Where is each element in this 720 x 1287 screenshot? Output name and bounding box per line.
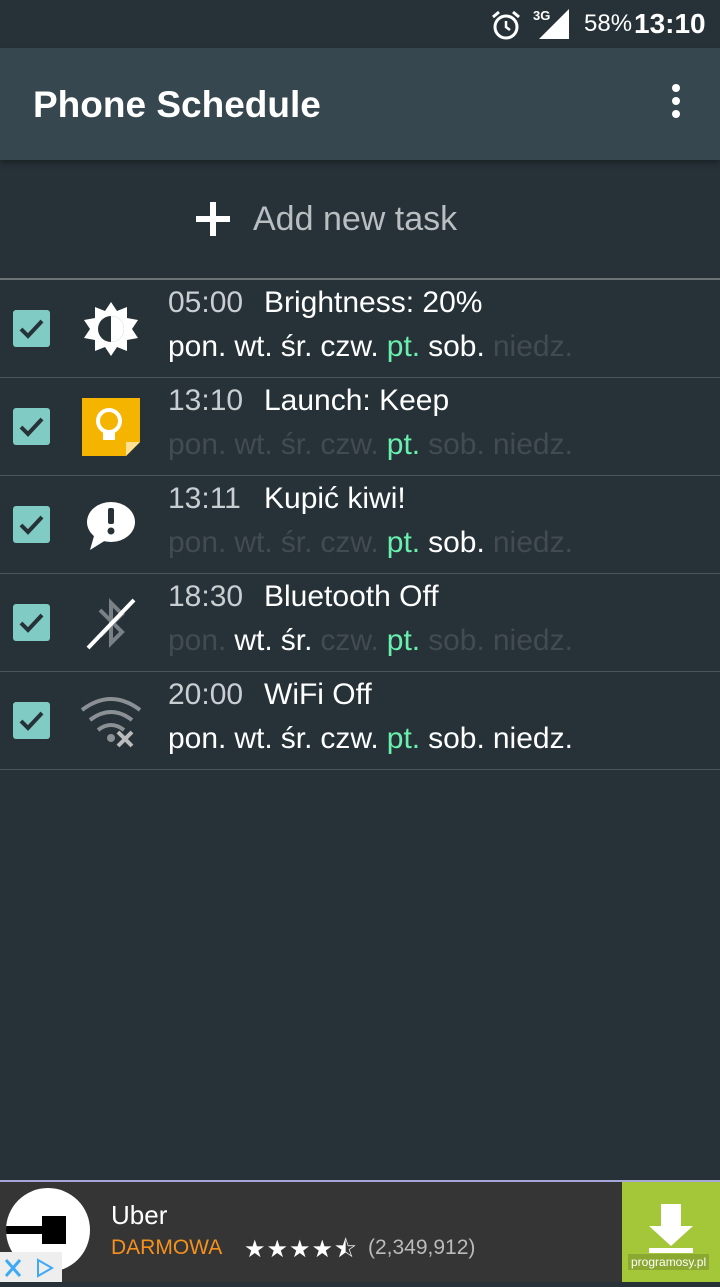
day-label: czw. [320, 624, 379, 657]
task-days: pon. wt. śr. czw. pt. sob. niedz. [168, 330, 581, 364]
day-label: pt. [386, 330, 421, 363]
task-checkbox[interactable] [13, 604, 50, 641]
wifi-off-icon [78, 688, 144, 754]
day-label: niedz. [492, 330, 573, 363]
network-type: 3G [533, 8, 551, 23]
day-label: śr. [280, 722, 313, 755]
day-label: wt. [234, 526, 273, 559]
day-label: śr. [280, 428, 313, 461]
task-row[interactable]: 20:00 WiFi Off pon. wt. śr. czw. pt. sob. niedz. [0, 672, 720, 770]
bluetooth-off-icon [78, 590, 144, 656]
day-label: czw. [320, 722, 379, 755]
task-name: Bluetooth Off [264, 580, 439, 613]
day-label: sob. [428, 526, 485, 559]
day-label: niedz. [492, 624, 573, 657]
task-days: pon. wt. śr. czw. pt. sob. niedz. [168, 428, 581, 462]
day-label: niedz. [492, 722, 573, 755]
watermark: programosy.pl [628, 1254, 710, 1270]
task-checkbox[interactable] [13, 702, 50, 739]
ad-banner[interactable]: Uber DARMOWA ★★★★⯪ (2,349,912) programos… [0, 1180, 720, 1282]
notification-icon [78, 492, 144, 558]
day-label: pt. [386, 624, 421, 657]
review-count: (2,349,912) [368, 1236, 476, 1259]
ad-app-name: Uber [111, 1200, 168, 1230]
task-days: pon. wt. śr. czw. pt. sob. niedz. [168, 624, 581, 658]
day-label: pon. [168, 428, 227, 461]
day-label: wt. [234, 722, 273, 755]
rating-stars: ★★★★⯪ [244, 1236, 358, 1263]
task-name: WiFi Off [264, 678, 372, 711]
status-bar: 3G 58% 13:10 [0, 0, 720, 48]
brightness-icon [78, 296, 144, 362]
day-label: czw. [320, 428, 379, 461]
keep-app-icon [78, 394, 144, 460]
task-checkbox[interactable] [13, 408, 50, 445]
day-label: sob. [428, 722, 485, 755]
day-label: sob. [428, 428, 485, 461]
day-label: wt. [234, 624, 273, 657]
task-row[interactable]: 18:30 Bluetooth Off pon. wt. śr. czw. pt. sob. n… [0, 574, 720, 672]
day-label: czw. [320, 330, 379, 363]
day-label: śr. [280, 624, 313, 657]
day-label: pon. [168, 526, 227, 559]
task-time: 18:30 [168, 580, 244, 613]
task-time: 20:00 [168, 678, 244, 711]
checkmark-icon [19, 417, 44, 437]
task-row[interactable]: 13:11 Kupić kiwi! pon. wt. śr. czw. pt. sob. nie… [0, 476, 720, 574]
task-time: 13:11 [168, 482, 241, 515]
task-row[interactable]: 05:00 Brightness: 20% pon. wt. śr. czw. pt. sob… [0, 280, 720, 378]
day-label: śr. [280, 526, 313, 559]
task-days: pon. wt. śr. czw. pt. sob. niedz. [168, 526, 581, 560]
checkmark-icon [19, 515, 44, 535]
day-label: pt. [386, 526, 421, 559]
task-name: Brightness: 20% [264, 286, 483, 319]
day-label: pt. [386, 428, 421, 461]
page-title: Phone Schedule [33, 84, 321, 125]
task-name: Kupić kiwi! [264, 482, 406, 515]
add-task-button[interactable]: Add new task [0, 162, 720, 280]
day-label: pon. [168, 330, 227, 363]
status-time: 13:10 [634, 8, 706, 39]
day-label: niedz. [492, 428, 573, 461]
day-label: pon. [168, 722, 227, 755]
ad-choices-icon[interactable] [0, 1252, 62, 1282]
plus-icon [196, 202, 230, 236]
day-label: wt. [234, 330, 273, 363]
checkmark-icon [19, 613, 44, 633]
day-label: czw. [320, 526, 379, 559]
task-checkbox[interactable] [13, 506, 50, 543]
app-bar: Phone Schedule [0, 48, 720, 160]
checkmark-icon [19, 711, 44, 731]
task-checkbox[interactable] [13, 310, 50, 347]
day-label: niedz. [492, 526, 573, 559]
day-label: wt. [234, 428, 273, 461]
ad-price: DARMOWA [111, 1236, 223, 1259]
task-name: Launch: Keep [264, 384, 450, 417]
alarm-icon [492, 10, 520, 40]
day-label: pon. [168, 624, 227, 657]
task-time: 05:00 [168, 286, 244, 319]
day-label: sob. [428, 624, 485, 657]
task-days: pon. wt. śr. czw. pt. sob. niedz. [168, 722, 581, 756]
checkmark-icon [19, 319, 44, 339]
battery-level: 58% [584, 10, 633, 37]
task-row[interactable]: 13:10 Launch: Keep pon. wt. śr. czw. pt. sob. ni… [0, 378, 720, 476]
day-label: sob. [428, 330, 485, 363]
add-task-label: Add new task [253, 200, 458, 238]
day-label: śr. [280, 330, 313, 363]
task-time: 13:10 [168, 384, 244, 417]
day-label: pt. [386, 722, 421, 755]
overflow-menu-icon[interactable] [660, 84, 692, 124]
